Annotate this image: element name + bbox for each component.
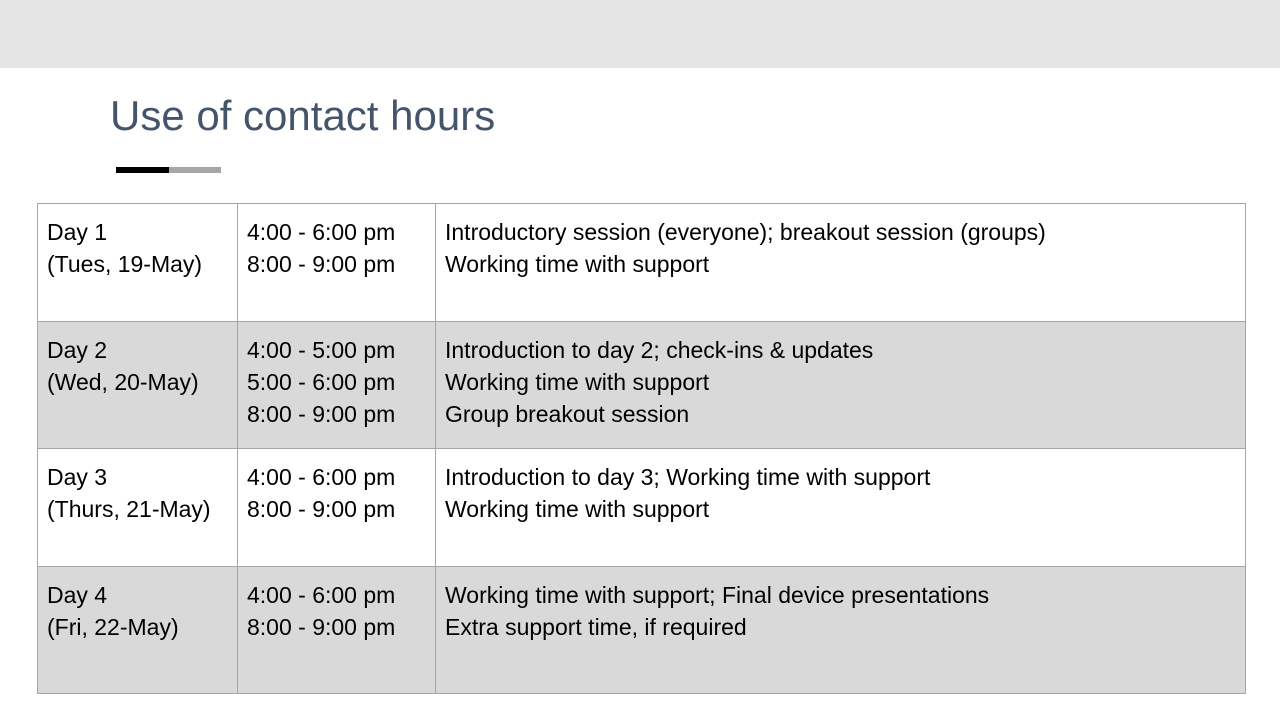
activity-item: Extra support time, if required [445, 614, 747, 640]
time-slot: 8:00 - 9:00 pm [247, 614, 396, 640]
activity-item: Working time with support; Final device … [445, 582, 990, 608]
slide-title: Use of contact hours [110, 92, 496, 139]
activity-cell: Introduction to day 2; check-ins & updat… [435, 321, 1246, 449]
time-slot: 5:00 - 6:00 pm [247, 369, 396, 395]
table-row: Day 3 (Thurs, 21-May) 4:00 - 6:00 pm 8:0… [37, 448, 1246, 567]
day-label: Day 4 [47, 582, 108, 608]
day-cell: Day 3 (Thurs, 21-May) [37, 448, 238, 567]
activity-item: Introductory session (everyone); breakou… [445, 219, 1046, 245]
activity-item: Working time with support [445, 369, 710, 395]
day-date: (Fri, 22-May) [47, 614, 179, 640]
table-row: Day 2 (Wed, 20-May) 4:00 - 5:00 pm 5:00 … [37, 321, 1246, 449]
time-cell: 4:00 - 5:00 pm 5:00 - 6:00 pm 8:00 - 9:0… [237, 321, 436, 449]
activity-item: Working time with support [445, 496, 710, 522]
activity-cell: Introduction to day 3; Working time with… [435, 448, 1246, 567]
day-date: (Thurs, 21-May) [47, 496, 211, 522]
header-band [0, 0, 1280, 68]
time-slot: 4:00 - 6:00 pm [247, 464, 396, 490]
activity-item: Group breakout session [445, 401, 690, 427]
day-label: Day 3 [47, 464, 108, 490]
table-row: Day 4 (Fri, 22-May) 4:00 - 6:00 pm 8:00 … [37, 566, 1246, 694]
time-slot: 8:00 - 9:00 pm [247, 496, 396, 522]
time-slot: 4:00 - 6:00 pm [247, 219, 396, 245]
day-date: (Wed, 20-May) [47, 369, 199, 395]
title-accent-bar-dark [116, 167, 169, 173]
time-cell: 4:00 - 6:00 pm 8:00 - 9:00 pm [237, 203, 436, 322]
day-label: Day 2 [47, 337, 108, 363]
time-cell: 4:00 - 6:00 pm 8:00 - 9:00 pm [237, 566, 436, 694]
time-cell: 4:00 - 6:00 pm 8:00 - 9:00 pm [237, 448, 436, 567]
time-slot: 4:00 - 6:00 pm [247, 582, 396, 608]
day-cell: Day 4 (Fri, 22-May) [37, 566, 238, 694]
activity-item: Introduction to day 2; check-ins & updat… [445, 337, 874, 363]
activity-item: Working time with support [445, 251, 710, 277]
activity-cell: Working time with support; Final device … [435, 566, 1246, 694]
day-date: (Tues, 19-May) [47, 251, 203, 277]
time-slot: 4:00 - 5:00 pm [247, 337, 396, 363]
schedule-table: Day 1 (Tues, 19-May) 4:00 - 6:00 pm 8:00… [37, 203, 1246, 694]
time-slot: 8:00 - 9:00 pm [247, 401, 396, 427]
activity-cell: Introductory session (everyone); breakou… [435, 203, 1246, 322]
activity-item: Introduction to day 3; Working time with… [445, 464, 931, 490]
day-label: Day 1 [47, 219, 108, 245]
day-cell: Day 1 (Tues, 19-May) [37, 203, 238, 322]
title-accent-bar-light [169, 167, 221, 173]
table-row: Day 1 (Tues, 19-May) 4:00 - 6:00 pm 8:00… [37, 203, 1246, 322]
time-slot: 8:00 - 9:00 pm [247, 251, 396, 277]
day-cell: Day 2 (Wed, 20-May) [37, 321, 238, 449]
